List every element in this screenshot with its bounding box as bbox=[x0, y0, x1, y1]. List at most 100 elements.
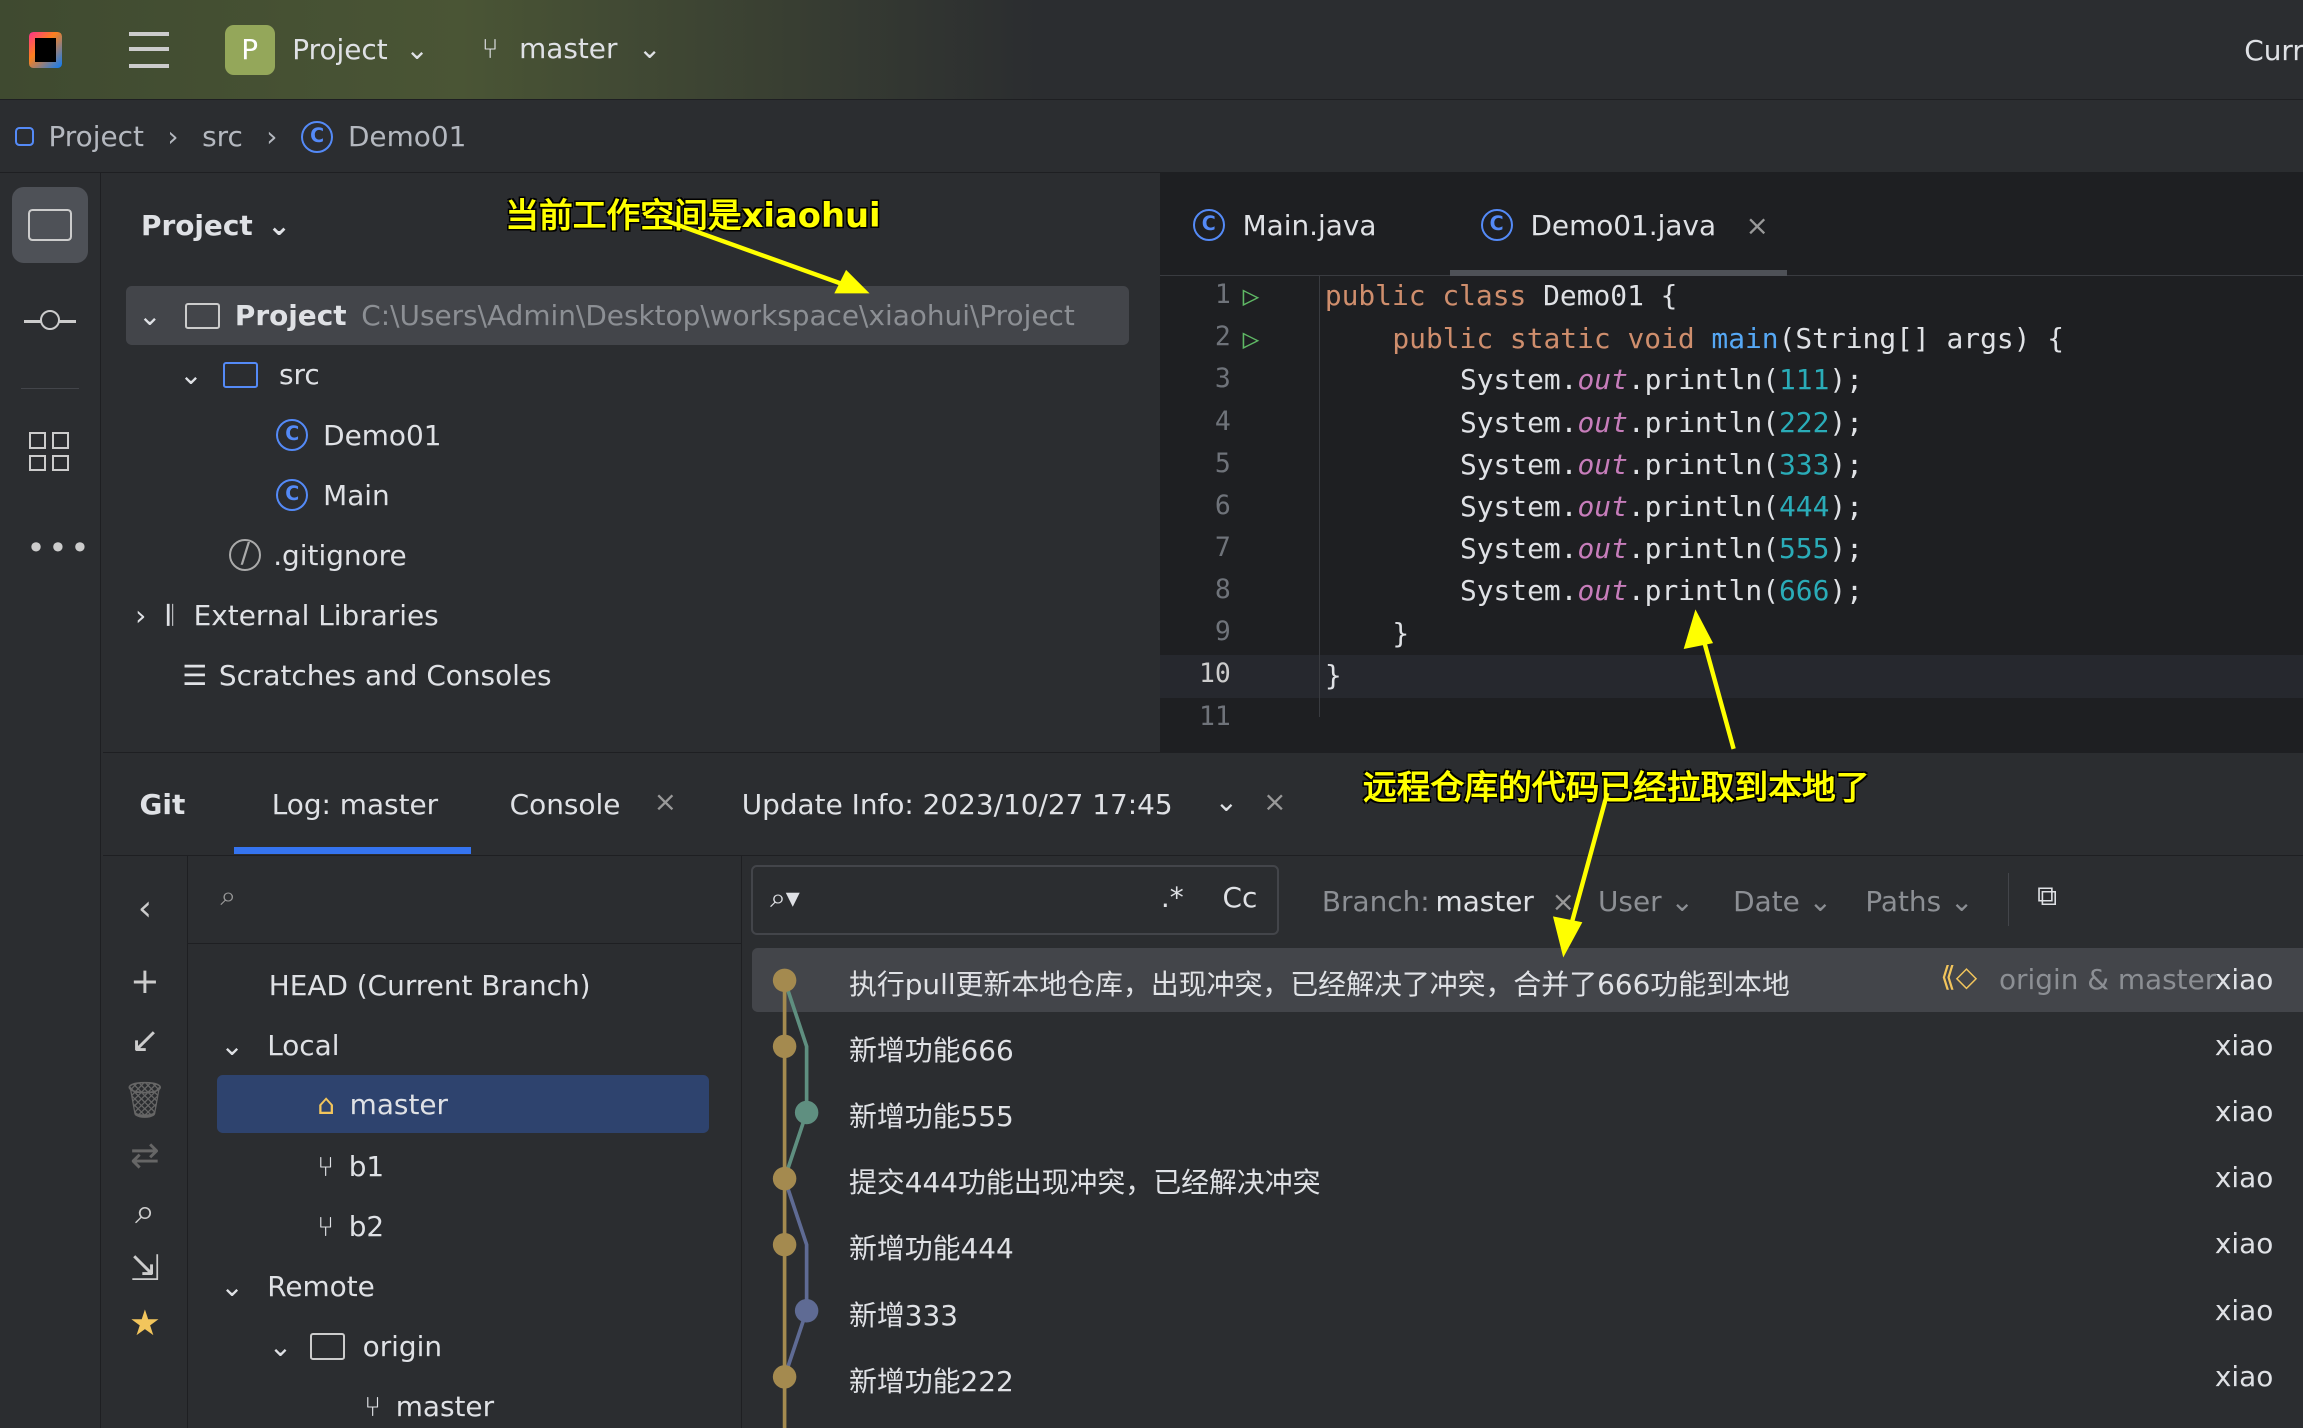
chevron-down-icon[interactable]: ⌄ bbox=[1215, 785, 1238, 818]
tab-update-info[interactable]: Update Info: 2023/10/27 17:45 bbox=[742, 788, 1173, 821]
close-icon[interactable]: × bbox=[1745, 209, 1768, 242]
add-icon[interactable]: + bbox=[103, 961, 187, 1002]
branch-search-input[interactable]: ⌕ bbox=[188, 856, 741, 944]
run-config-label[interactable]: Curr bbox=[2244, 34, 2303, 67]
code-token: out bbox=[1577, 574, 1628, 608]
project-selector[interactable]: P Project ⌄ bbox=[224, 24, 429, 75]
chevron-down-icon: ⌄ bbox=[267, 208, 291, 242]
commit-row[interactable]: 执行pull更新本地仓库，出现冲突，已经解决了冲突，合并了666功能到本地 xia… bbox=[742, 948, 2303, 1014]
filter-label: Paths bbox=[1865, 885, 1942, 919]
fetch-icon[interactable]: ⇲ bbox=[103, 1248, 187, 1289]
tree-row-main[interactable]: C Main bbox=[276, 478, 390, 512]
filter-paths[interactable]: Paths ⌄ bbox=[1865, 885, 1973, 918]
breadcrumb-project[interactable]: Project bbox=[48, 120, 143, 153]
collapse-icon[interactable]: ‹ bbox=[103, 888, 187, 929]
close-icon[interactable]: × bbox=[1552, 885, 1575, 918]
branch-selector[interactable]: ⑂ master ⌄ bbox=[482, 32, 662, 65]
commit-row[interactable]: 新增333 xiao bbox=[742, 1279, 2303, 1345]
tree-label: .gitignore bbox=[273, 539, 407, 573]
tree-label: Project bbox=[234, 299, 347, 333]
branch-group-origin[interactable]: ⌄ origin bbox=[269, 1330, 442, 1363]
line-number: 1 bbox=[1214, 279, 1231, 311]
close-icon[interactable]: × bbox=[1263, 785, 1286, 818]
tree-label: Scratches and Consoles bbox=[218, 659, 552, 693]
code-token: 666 bbox=[1778, 574, 1830, 608]
branch-label: master bbox=[395, 1390, 495, 1424]
tree-row-src[interactable]: ⌄ src bbox=[179, 358, 319, 391]
commit-author: xiao bbox=[2214, 1359, 2274, 1393]
line-number: 8 bbox=[1214, 574, 1231, 606]
checkout-arrow-icon[interactable]: ↙ bbox=[103, 1020, 187, 1061]
tree-row-external-libraries[interactable]: › 𝄃 External Libraries bbox=[135, 599, 439, 633]
commit-row[interactable]: 新增功能444 xiao bbox=[742, 1213, 2303, 1279]
log-search-input[interactable]: ⌕▾ .* Cc bbox=[750, 864, 1280, 936]
branch-local-b1[interactable]: ⑂ b1 bbox=[317, 1150, 384, 1183]
tree-row-gitignore[interactable]: / .gitignore bbox=[229, 539, 407, 572]
branch-head[interactable]: HEAD (Current Branch) bbox=[269, 969, 591, 1002]
branch-group-local[interactable]: ⌄ Local bbox=[220, 1029, 339, 1062]
regex-toggle[interactable]: .* bbox=[1161, 881, 1184, 914]
tree-row-scratches[interactable]: ☰ Scratches and Consoles bbox=[182, 659, 551, 692]
code-token: .println( bbox=[1627, 574, 1779, 608]
code-token: ); bbox=[1829, 405, 1863, 439]
filter-label: Date bbox=[1733, 885, 1800, 919]
match-case-toggle[interactable]: Cc bbox=[1223, 881, 1258, 914]
code-token: { bbox=[1660, 279, 1678, 313]
branch-local-master[interactable]: ⌂ master bbox=[217, 1074, 710, 1134]
run-icon[interactable]: ▷ bbox=[1243, 279, 1260, 312]
main-menu-icon[interactable] bbox=[129, 32, 169, 68]
commit-icon[interactable] bbox=[23, 309, 77, 331]
chevron-right-icon: › bbox=[167, 120, 179, 154]
tab-main-java[interactable]: C Main.java bbox=[1192, 208, 1376, 242]
project-panel-header[interactable]: Project ⌄ bbox=[141, 209, 291, 242]
run-icon[interactable]: ▷ bbox=[1243, 322, 1260, 355]
code-area[interactable]: 1 2 3 4 5 6 7 8 9 10 11 ▷ ▷ public class Demo01 { … bbox=[1160, 276, 2303, 749]
code-token: ); bbox=[1829, 363, 1863, 397]
git-action-strip: ‹ + ↙ 🗑 ⇄ ⌕ ⇲ ★ bbox=[103, 855, 188, 1428]
code-token: 111 bbox=[1778, 363, 1830, 397]
commit-message: 新增功能555 bbox=[848, 1100, 1014, 1134]
star-icon[interactable]: ★ bbox=[103, 1303, 187, 1344]
close-icon[interactable]: × bbox=[654, 785, 677, 818]
class-icon: C bbox=[300, 120, 334, 154]
breadcrumb-demo01[interactable]: Demo01 bbox=[348, 120, 466, 153]
code-token: out bbox=[1577, 405, 1628, 439]
branch-group-remote[interactable]: ⌄ Remote bbox=[220, 1270, 375, 1303]
filter-user[interactable]: User ⌄ bbox=[1598, 885, 1694, 918]
module-icon bbox=[14, 127, 34, 147]
code-token: .println( bbox=[1627, 405, 1779, 439]
code-token: System. bbox=[1459, 574, 1578, 608]
structure-icon[interactable] bbox=[29, 431, 70, 472]
commit-refs: origin & master bbox=[1998, 963, 2217, 997]
code-token: main bbox=[1711, 321, 1779, 355]
tab-log-master[interactable]: Log: master bbox=[272, 788, 438, 821]
project-folder-icon[interactable] bbox=[11, 186, 89, 263]
branch-local-b2[interactable]: ⑂ b2 bbox=[317, 1210, 384, 1243]
chevron-down-icon: ⌄ bbox=[637, 32, 662, 66]
chevron-down-icon: ⌄ bbox=[268, 1330, 293, 1364]
more-icon[interactable]: ••• bbox=[26, 529, 92, 567]
commit-row[interactable]: 新增功能666 xiao bbox=[742, 1014, 2303, 1080]
tree-row-project[interactable]: ⌄ Project C:\Users\Admin\Desktop\workspa… bbox=[126, 286, 1130, 346]
filter-branch[interactable]: Branch: master × bbox=[1322, 885, 1575, 918]
breadcrumb-src[interactable]: src bbox=[202, 120, 243, 153]
group-label: origin bbox=[362, 1330, 443, 1364]
tab-demo01-java[interactable]: C Demo01.java × bbox=[1480, 208, 1769, 242]
code-token: (String[] args) { bbox=[1778, 321, 2065, 355]
tree-row-demo01[interactable]: C Demo01 bbox=[276, 418, 442, 452]
commit-row[interactable]: 提交444功能出现冲突，已经解决冲突 xiao bbox=[742, 1147, 2303, 1213]
commit-row[interactable]: 新增功能222 xiao bbox=[742, 1345, 2303, 1411]
tab-console[interactable]: Console bbox=[510, 788, 621, 821]
line-number: 5 bbox=[1214, 447, 1231, 479]
log-panel: ⌕▾ .* Cc Branch: master × User ⌄ Date ⌄ P… bbox=[742, 856, 2303, 1428]
search-icon[interactable]: ⌕ bbox=[103, 1191, 187, 1233]
filter-date[interactable]: Date ⌄ bbox=[1733, 885, 1832, 918]
new-tab-icon[interactable]: ⧉ bbox=[2037, 879, 2057, 913]
line-number: 11 bbox=[1198, 700, 1231, 732]
tree-label: Demo01 bbox=[323, 418, 442, 452]
code-token: ); bbox=[1829, 574, 1863, 608]
commit-row[interactable]: 新增功能555 xiao bbox=[742, 1081, 2303, 1147]
branch-remote-master[interactable]: ⑂ master bbox=[364, 1390, 494, 1423]
compare-icon[interactable]: ⇄ bbox=[103, 1135, 187, 1176]
delete-icon[interactable]: 🗑 bbox=[103, 1079, 187, 1121]
